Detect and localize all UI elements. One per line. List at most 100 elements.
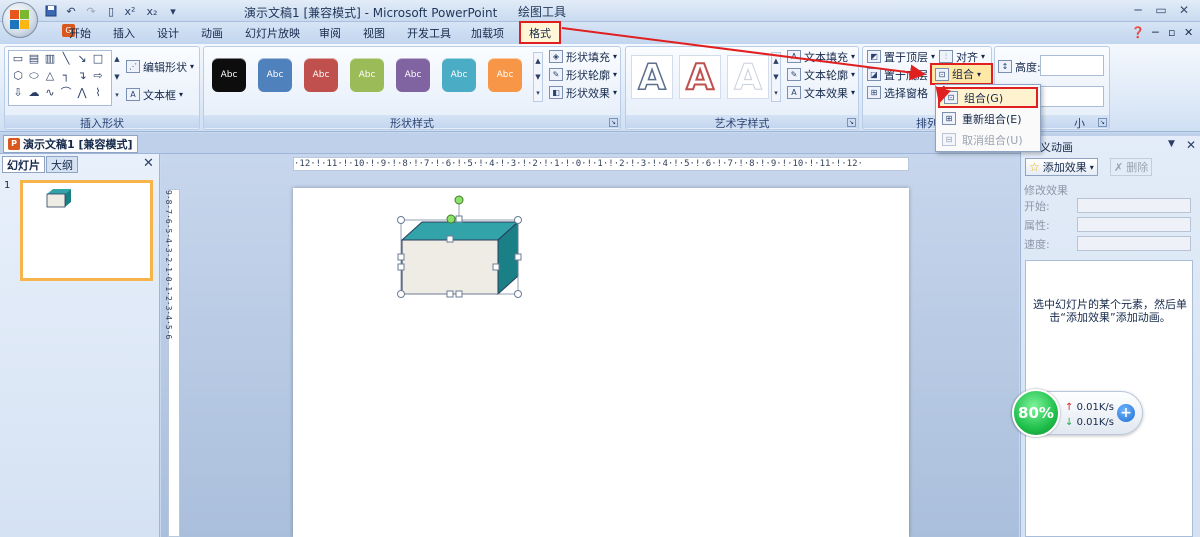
tab-home[interactable]: 开始 [69, 25, 91, 41]
cloud-icon[interactable]: ☁ [27, 87, 41, 99]
rect-shape-icon[interactable]: □ [91, 53, 105, 65]
style-gallery-scroll[interactable]: ▲ ▼ ▾ [533, 52, 543, 102]
tab-animation[interactable]: 动画 [201, 25, 223, 41]
triangle-icon[interactable]: △ [43, 70, 57, 82]
curve-icon[interactable]: ∿ [43, 87, 57, 99]
shape-style-1[interactable]: Abc [212, 58, 246, 92]
rectangle-icon[interactable]: ▭ [11, 53, 25, 65]
print-preview-icon[interactable]: ▯ [104, 3, 118, 19]
qat-customize-icon[interactable]: ▾ [168, 3, 178, 19]
dialog-launcher-icon[interactable]: ↘ [847, 118, 856, 127]
shape-effects-button[interactable]: ◧ 形状效果 ▾ [549, 84, 617, 101]
wordart-gallery-scroll[interactable]: ▲ ▼ ▾ [771, 52, 781, 102]
document-tab[interactable]: P 演示文稿1 [兼容模式] [3, 135, 138, 153]
tab-format[interactable]: 格式 [519, 21, 561, 44]
arrow-line-icon[interactable]: ↘ [75, 53, 89, 65]
add-effect-button[interactable]: ☆ 添加效果 ▾ [1025, 158, 1098, 176]
pane-options-icon[interactable]: ▼ [1168, 139, 1175, 149]
shape-style-2[interactable]: Abc [258, 58, 292, 92]
oval-icon[interactable]: ⬭ [27, 70, 41, 82]
save-icon[interactable] [44, 3, 58, 19]
hexagon-icon[interactable]: ⬡ [11, 70, 25, 82]
speed-widget-plus-icon[interactable]: + [1117, 404, 1135, 422]
tab-view[interactable]: 视图 [363, 25, 385, 41]
text-effects-button[interactable]: A 文本效果 ▾ [787, 84, 855, 101]
tab-developer[interactable]: 开发工具 [407, 25, 451, 41]
width-input[interactable] [1040, 86, 1104, 107]
scribble-icon[interactable]: ⌇ [91, 87, 105, 99]
memory-usage-badge[interactable]: 80% [1012, 389, 1060, 437]
shapes-gallery[interactable]: ▭ ▤ ▥ ╲ ↘ □ ⬡ ⬭ △ ┐ ↴ ⇨ ⇩ ☁ ∿ ⌒ ⋀ ⌇ [8, 50, 112, 106]
line-icon[interactable]: ╲ [59, 53, 73, 65]
wordart-style-1[interactable]: A [631, 55, 673, 99]
slide-canvas[interactable] [293, 188, 909, 537]
ribbon-close-icon[interactable]: ✕ [1184, 26, 1193, 42]
bring-front-icon: ◩ [867, 50, 881, 63]
subscript-icon[interactable]: x₂ [144, 3, 160, 19]
shape-style-7[interactable]: Abc [488, 58, 522, 92]
down-arrow-shape-icon[interactable]: ⇩ [11, 87, 25, 99]
shape-style-3[interactable]: Abc [304, 58, 338, 92]
edit-shape-button[interactable]: ⋰ 编辑形状 ▾ [126, 58, 194, 75]
shapes-gallery-scroll[interactable]: ▲ ▼ ▾ [113, 50, 121, 106]
wordart-style-3[interactable]: A [727, 55, 769, 99]
shape-style-4[interactable]: Abc [350, 58, 384, 92]
tab-insert[interactable]: 插入 [113, 25, 135, 41]
textbox-v-shape-icon[interactable]: ▥ [43, 53, 57, 65]
text-box-button[interactable]: A 文本框 ▾ [126, 86, 183, 103]
send-to-back-button[interactable]: ◪ 置于底层 [867, 66, 928, 83]
dialog-launcher-icon[interactable]: ↘ [1098, 118, 1107, 127]
superscript-icon[interactable]: x² [122, 3, 138, 19]
redo-icon[interactable]: ↷ [84, 3, 98, 19]
cube-shape[interactable] [392, 194, 528, 302]
property-select[interactable] [1077, 217, 1191, 232]
help-icon[interactable]: ❓ [1131, 26, 1145, 42]
edit-points-icon: ⋰ [126, 60, 140, 73]
slide-thumbnail[interactable] [20, 180, 153, 281]
bring-to-front-button[interactable]: ◩ 置于顶层 ▾ [867, 48, 935, 65]
ribbon-minimize-icon[interactable]: ─ [1152, 26, 1159, 42]
shape-style-6[interactable]: Abc [442, 58, 476, 92]
close-icon[interactable]: ✕ [1173, 2, 1195, 18]
maximize-icon[interactable]: ▭ [1150, 2, 1172, 18]
dialog-launcher-icon[interactable]: ↘ [609, 118, 618, 127]
speed-select[interactable] [1077, 236, 1191, 251]
menu-item-group[interactable]: ⊡ 组合(G) [938, 87, 1038, 108]
height-label: ↕ 高度: [998, 58, 1041, 75]
group-icon: ⊡ [944, 91, 958, 104]
selection-pane-button[interactable]: ⊞ 选择窗格 [867, 84, 928, 101]
start-label: 开始: [1024, 200, 1050, 213]
remove-effect-button[interactable]: ✗ 删除 [1110, 158, 1153, 176]
group-label-shape-styles: 形状样式 [204, 115, 620, 130]
shape-fill-button[interactable]: ◈ 形状填充 ▾ [549, 48, 617, 65]
freeform-icon[interactable]: ⋀ [75, 87, 89, 99]
height-input[interactable] [1040, 55, 1104, 76]
undo-icon[interactable]: ↶ [62, 3, 80, 19]
menu-item-ungroup[interactable]: ⊟ 取消组合(U) [938, 129, 1038, 150]
tab-slides[interactable]: 幻灯片 [2, 156, 45, 173]
arc-icon[interactable]: ⌒ [59, 87, 73, 99]
tab-review[interactable]: 审阅 [319, 25, 341, 41]
group-button[interactable]: ⊡ 组合 ▾ [930, 63, 993, 85]
right-arrow-shape-icon[interactable]: ⇨ [91, 70, 105, 82]
elbow-arrow-icon[interactable]: ↴ [75, 70, 89, 82]
text-outline-button[interactable]: ✎ 文本轮廓 ▾ [787, 66, 855, 83]
text-fill-button[interactable]: A 文本填充 ▾ [787, 48, 855, 65]
title-bar [0, 0, 1200, 22]
tab-slideshow[interactable]: 幻灯片放映 [245, 25, 300, 41]
textbox-shape-icon[interactable]: ▤ [27, 53, 41, 65]
office-button[interactable] [2, 2, 38, 38]
shape-outline-button[interactable]: ✎ 形状轮廓 ▾ [549, 66, 617, 83]
shape-style-5[interactable]: Abc [396, 58, 430, 92]
wordart-style-2[interactable]: A [679, 55, 721, 99]
ribbon-restore-icon[interactable]: ▫ [1168, 26, 1175, 42]
tab-design[interactable]: 设计 [157, 25, 179, 41]
elbow-connector-icon[interactable]: ┐ [59, 70, 73, 82]
start-select[interactable] [1077, 198, 1191, 213]
menu-item-regroup[interactable]: ⊞ 重新组合(E) [938, 108, 1038, 129]
tab-addins[interactable]: 加载项 [471, 25, 504, 41]
close-animation-pane-icon[interactable]: ✕ [1186, 138, 1196, 152]
tab-outline[interactable]: 大纲 [46, 156, 78, 173]
close-pane-icon[interactable]: ✕ [143, 156, 154, 171]
minimize-icon[interactable]: ─ [1127, 2, 1149, 18]
